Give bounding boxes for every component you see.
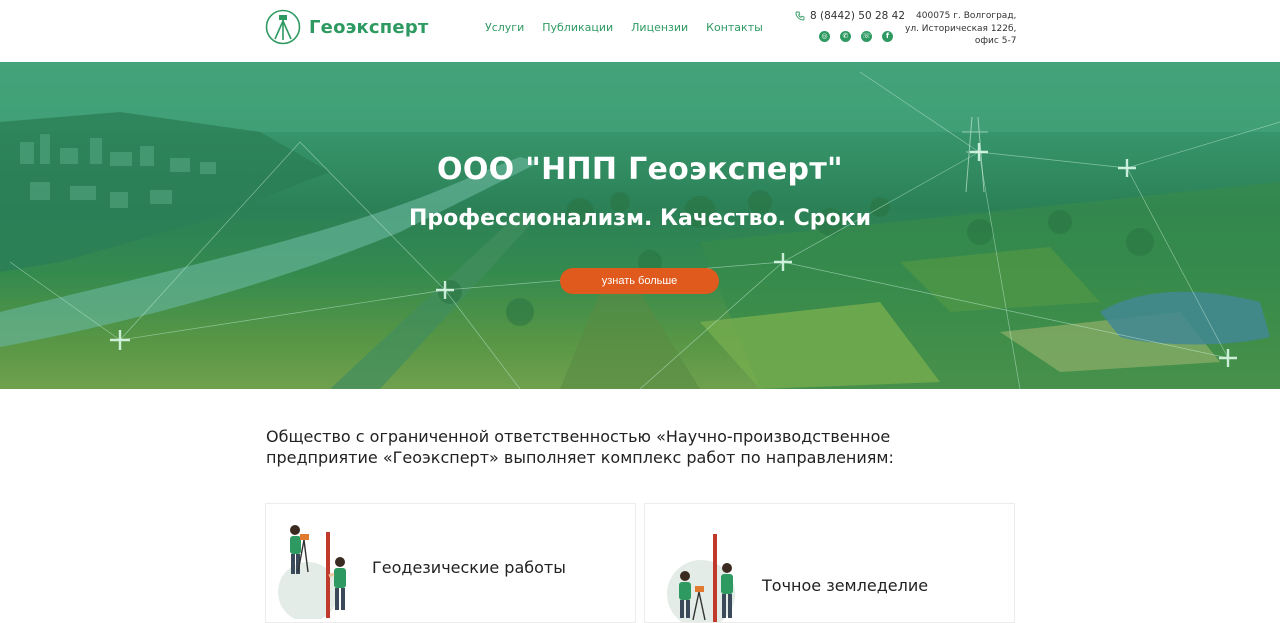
address-line: 400075 г. Волгоград, (916, 11, 1017, 21)
instagram-icon[interactable]: ◎ (819, 31, 830, 42)
surveyors-illustration (278, 525, 346, 619)
hero-title: ООО "НПП Геоэксперт" (437, 152, 843, 187)
social-links: ◎ ✆ ☏ f (819, 31, 893, 42)
card-title: Геодезические работы (372, 558, 566, 577)
service-card-geodesy[interactable]: Геодезические работы (265, 503, 636, 623)
hero-subtitle: Профессионализм. Качество. Сроки (408, 206, 872, 231)
nav-link-contacts[interactable]: Контакты (706, 21, 763, 34)
facebook-icon[interactable]: f (882, 31, 893, 42)
learn-more-button[interactable]: узнать больше (560, 268, 719, 294)
farming-illustration (667, 534, 735, 622)
viber-icon[interactable]: ☏ (861, 31, 872, 42)
whatsapp-icon[interactable]: ✆ (840, 31, 851, 42)
phone-icon (795, 11, 805, 21)
hero-banner: ООО "НПП Геоэксперт" Профессионализм. Ка… (0, 62, 1280, 389)
nav-link-licenses[interactable]: Лицензии (631, 21, 688, 34)
address-line: офис 5-7 (974, 36, 1017, 46)
nav-link-services[interactable]: Услуги (485, 21, 524, 34)
card-title: Точное земледелие (762, 576, 929, 595)
phone-number: 8 (8442) 50 28 42 (810, 10, 906, 22)
theodolite-logo-icon (265, 9, 301, 45)
address-text: 400075 г. Волгоград, ул. Историческая 12… (905, 10, 1016, 48)
logo-text: Геоэксперт (309, 16, 429, 38)
main-nav: Услуги Публикации Лицензии Контакты (485, 21, 763, 34)
site-header: Геоэксперт Услуги Публикации Лицензии Ко… (0, 0, 1280, 62)
intro-text: Общество с ограниченной ответственностью… (266, 427, 894, 467)
address-block: 400075 г. Волгоград, ул. Историческая 12… (900, 10, 1016, 48)
address-line: ул. Историческая 122б, (905, 23, 1017, 34)
service-card-precision-farming[interactable]: Точное земледелие (644, 503, 1015, 623)
phone-contact[interactable]: 8 (8442) 50 28 42 (795, 10, 905, 22)
site-logo[interactable]: Геоэксперт (265, 9, 429, 45)
nav-link-publications[interactable]: Публикации (542, 21, 613, 34)
